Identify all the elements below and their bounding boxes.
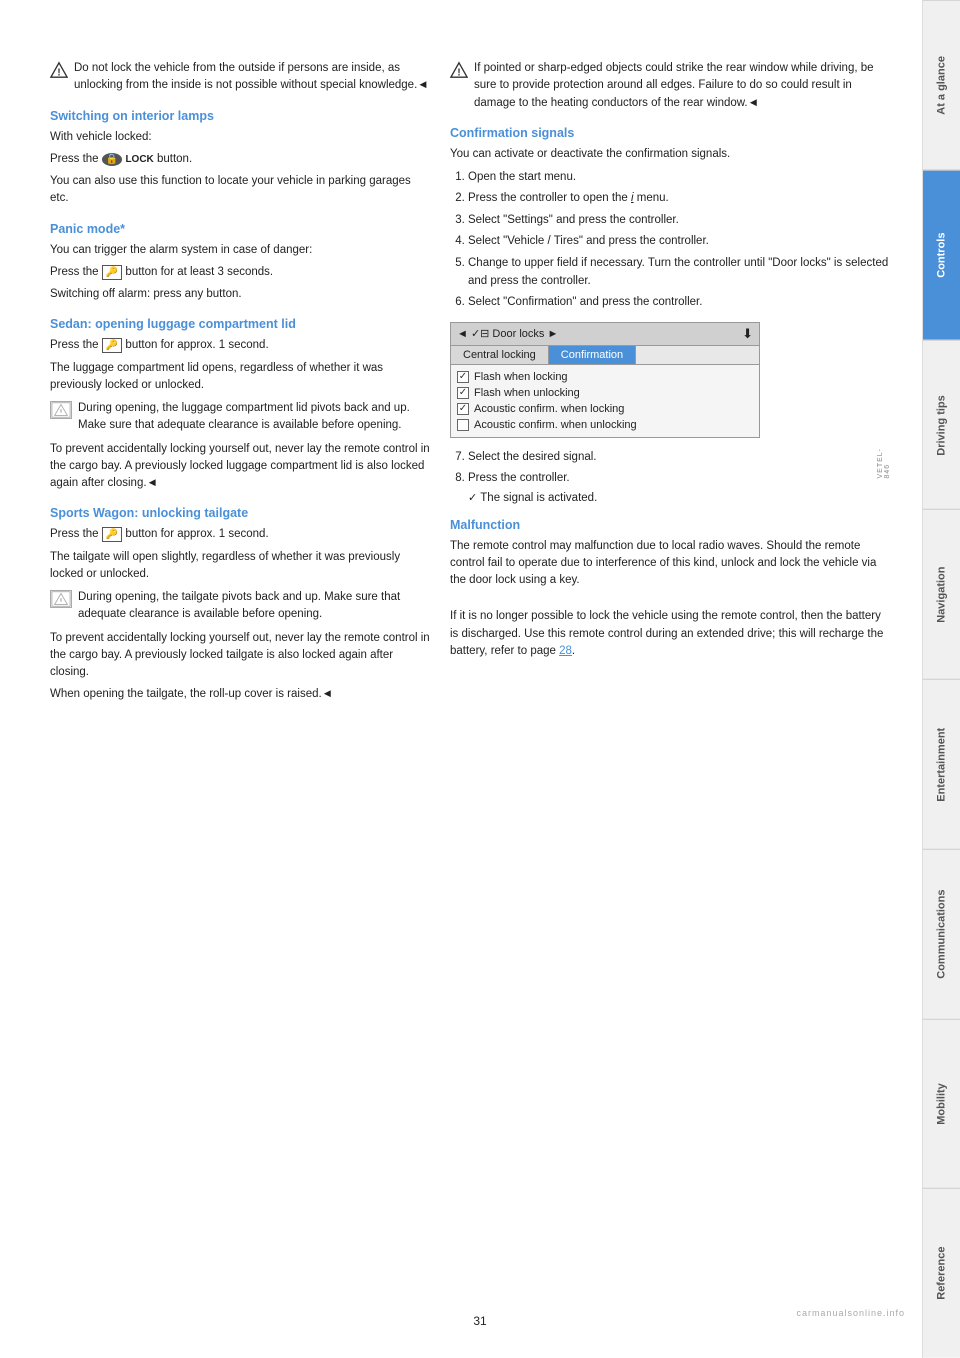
warning-text-1: Do not lock the vehicle from the outside… (74, 60, 430, 95)
door-locks-options: ✓ Flash when locking ✓ Flash when unlock… (451, 365, 759, 437)
sedan-note-text: During opening, the luggage compartment … (78, 400, 430, 435)
sedan-note-box: During opening, the luggage compartment … (50, 400, 430, 435)
page-number: 31 (473, 1314, 486, 1328)
step-5: Change to upper field if necessary. Turn… (468, 254, 892, 291)
sedan-text-1: Press the 🔑 button for approx. 1 second. (50, 337, 430, 354)
svg-text:!: ! (457, 67, 460, 78)
checkbox-acoustic-locking[interactable]: ✓ (457, 403, 469, 415)
sidebar-tab-communications[interactable]: Communications (923, 849, 960, 1019)
warning-icon-1: ! (50, 61, 68, 79)
panic-text-2: Press the 🔑 button for at least 3 second… (50, 264, 430, 281)
door-locks-ui: ◄ ✓⊟ Door locks ► ⬇ Central locking Conf… (450, 322, 892, 438)
sedan-text-3: To prevent accidentally locking yourself… (50, 441, 430, 493)
warning-box-1: ! Do not lock the vehicle from the outsi… (50, 60, 430, 95)
sedan-text-2: The luggage compartment lid opens, regar… (50, 360, 430, 395)
page-number-text: 31 (473, 1314, 486, 1328)
option-acoustic-unlocking: Acoustic confirm. when unlocking (457, 417, 753, 433)
step-1: Open the start menu. (468, 168, 892, 186)
confirmation-steps-list: Open the start menu. Press the controlle… (450, 168, 892, 312)
checkbox-acoustic-unlocking[interactable] (457, 419, 469, 431)
checkbox-flash-unlocking[interactable]: ✓ (457, 387, 469, 399)
step-2: Press the controller to open the i menu. (468, 189, 892, 207)
sidebar-tab-navigation[interactable]: Navigation (923, 509, 960, 679)
warning-box-2: ! If pointed or sharp-edged objects coul… (450, 60, 892, 112)
switching-heading: Switching on interior lamps (50, 109, 430, 123)
step-result: The signal is activated. (468, 491, 892, 504)
sports-text-4: When opening the tailgate, the roll-up c… (50, 686, 430, 703)
vetel-label: VETEL-846 (877, 448, 891, 479)
door-locks-tabs: Central locking Confirmation (451, 346, 759, 365)
watermark: carmanualsonline.info (796, 1308, 905, 1318)
sidebar-tab-controls[interactable]: Controls (923, 170, 960, 340)
switching-text-2: Press the 🔒 LOCK button. (50, 151, 430, 168)
steps-after-list: Select the desired signal. Press the con… (450, 448, 892, 488)
sidebar-tab-reference[interactable]: Reference (923, 1188, 960, 1358)
note-icon-1 (50, 401, 72, 419)
checkbox-flash-locking[interactable]: ✓ (457, 371, 469, 383)
sports-note-box: During opening, the tailgate pivots back… (50, 589, 430, 624)
step-3: Select "Settings" and press the controll… (468, 211, 892, 229)
sports-heading: Sports Wagon: unlocking tailgate (50, 506, 430, 520)
sidebar-tab-entertainment[interactable]: Entertainment (923, 679, 960, 849)
sports-text-2: The tailgate will open slightly, regardl… (50, 549, 430, 584)
panic-text-1: You can trigger the alarm system in case… (50, 242, 430, 259)
option-flash-unlocking: ✓ Flash when unlocking (457, 385, 753, 401)
switching-text-3: You can also use this function to locate… (50, 173, 430, 208)
option-acoustic-locking: ✓ Acoustic confirm. when locking (457, 401, 753, 417)
right-column: ! If pointed or sharp-edged objects coul… (450, 60, 892, 1318)
door-locks-title: ◄ ✓⊟ Door locks ► (457, 327, 558, 340)
step-6: Select "Confirmation" and press the cont… (468, 293, 892, 311)
panic-heading: Panic mode* (50, 222, 430, 236)
sports-text-1: Press the 🔑 button for approx. 1 second. (50, 526, 430, 543)
sedan-heading: Sedan: opening luggage compartment lid (50, 317, 430, 331)
sports-text-3: To prevent accidentally locking yourself… (50, 630, 430, 682)
step-8: Press the controller. (468, 469, 892, 487)
tab-central-locking[interactable]: Central locking (451, 346, 549, 364)
confirmation-heading: Confirmation signals (450, 126, 892, 140)
malfunction-text-2: If it is no longer possible to lock the … (450, 608, 892, 660)
door-locks-header: ◄ ✓⊟ Door locks ► ⬇ (451, 323, 759, 346)
option-label-3: Acoustic confirm. when locking (474, 403, 624, 415)
tab-confirmation[interactable]: Confirmation (549, 346, 636, 364)
switching-text-1: With vehicle locked: (50, 129, 430, 146)
door-locks-widget: ◄ ✓⊟ Door locks ► ⬇ Central locking Conf… (450, 322, 760, 438)
option-label-1: Flash when locking (474, 371, 568, 383)
step-7: Select the desired signal. (468, 448, 892, 466)
step-4: Select "Vehicle / Tires" and press the c… (468, 232, 892, 250)
option-flash-locking: ✓ Flash when locking (457, 369, 753, 385)
left-column: ! Do not lock the vehicle from the outsi… (50, 60, 430, 1318)
sidebar-tab-mobility[interactable]: Mobility (923, 1019, 960, 1189)
sidebar-tab-driving-tips[interactable]: Driving tips (923, 340, 960, 510)
malfunction-text-1: The remote control may malfunction due t… (450, 538, 892, 590)
svg-text:!: ! (57, 67, 60, 78)
sidebar-tab-at-a-glance[interactable]: At a glance (923, 0, 960, 170)
sports-note-text: During opening, the tailgate pivots back… (78, 589, 430, 624)
warning-text-2: If pointed or sharp-edged objects could … (474, 60, 892, 112)
malfunction-heading: Malfunction (450, 518, 892, 532)
option-label-4: Acoustic confirm. when unlocking (474, 419, 637, 431)
sidebar: At a glance Controls Driving tips Naviga… (922, 0, 960, 1358)
panic-text-3: Switching off alarm: press any button. (50, 286, 430, 303)
confirmation-intro: You can activate or deactivate the confi… (450, 146, 892, 163)
option-label-2: Flash when unlocking (474, 387, 580, 399)
warning-icon-2: ! (450, 61, 468, 79)
door-locks-scroll: ⬇ (742, 326, 753, 342)
note-icon-2 (50, 590, 72, 608)
page-link-28[interactable]: 28 (559, 645, 572, 657)
